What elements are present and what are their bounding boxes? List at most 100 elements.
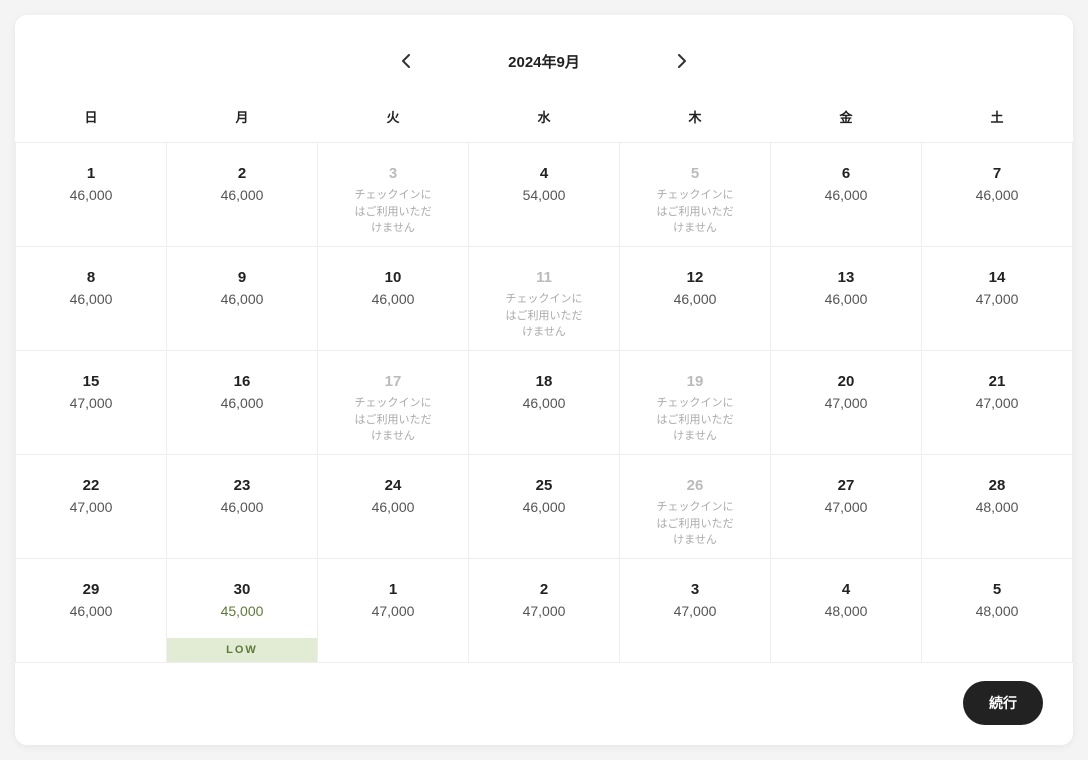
day-unavailable-text: チェックインに はご利用いただ けません (620, 499, 770, 549)
day-price: 46,000 (167, 395, 317, 411)
calendar-day-cell[interactable]: 746,000 (922, 143, 1073, 247)
calendar-day-cell[interactable]: 6 46,000 (771, 143, 922, 247)
day-number: 5 (922, 581, 1072, 599)
calendar-day-cell[interactable]: 1246,000 (620, 247, 771, 351)
calendar-day-cell[interactable]: 2247,000 (16, 455, 167, 559)
day-price: 47,000 (620, 603, 770, 619)
chevron-right-icon (677, 54, 687, 68)
day-price: 47,000 (771, 499, 921, 515)
weekday-header: 日 (16, 93, 167, 143)
month-title: 2024年9月 (508, 51, 580, 72)
day-number: 19 (620, 373, 770, 391)
weekday-header: 火 (318, 93, 469, 143)
calendar-day-cell[interactable]: 347,000 (620, 559, 771, 663)
day-number: 25 (469, 477, 619, 495)
day-number: 16 (167, 373, 317, 391)
day-price: 46,000 (167, 187, 317, 203)
calendar-day-cell[interactable]: 16 46,000 (167, 351, 318, 455)
day-price: 48,000 (922, 499, 1072, 515)
day-number: 5 (620, 165, 770, 183)
calendar-day-cell[interactable]: 2346,000 (167, 455, 318, 559)
day-number: 28 (922, 477, 1072, 495)
day-price: 45,000 (167, 603, 317, 619)
day-number: 3 (318, 165, 468, 183)
day-number: 14 (922, 269, 1072, 287)
day-price: 48,000 (771, 603, 921, 619)
calendar-day-cell: 26チェックインに はご利用いただ けません (620, 455, 771, 559)
calendar-day-cell[interactable]: 30 45,000 LOW (167, 559, 318, 663)
day-price: 47,000 (469, 603, 619, 619)
next-month-button[interactable] (670, 49, 694, 73)
calendar-day-cell[interactable]: 2446,000 (318, 455, 469, 559)
day-number: 20 (771, 373, 921, 391)
calendar-day-cell[interactable]: 10 46,000 (318, 247, 469, 351)
day-price: 46,000 (318, 291, 468, 307)
day-number: 17 (318, 373, 468, 391)
weekday-header: 金 (771, 93, 922, 143)
calendar-day-cell[interactable]: 146,000 (16, 143, 167, 247)
calendar-day-cell[interactable]: 2946,000 (16, 559, 167, 663)
calendar-day-cell: 19チェックインに はご利用いただ けません (620, 351, 771, 455)
calendar-day-cell[interactable]: 2 47,000 (469, 559, 620, 663)
day-number: 1 (16, 165, 166, 183)
day-number: 2 (469, 581, 619, 599)
day-unavailable-text: チェックインに はご利用いただ けません (318, 395, 468, 445)
day-number: 4 (469, 165, 619, 183)
calendar-day-cell[interactable]: 2 46,000 (167, 143, 318, 247)
day-unavailable-text: チェックインに はご利用いただ けません (620, 187, 770, 237)
day-number: 1 (318, 581, 468, 599)
weekday-row: 日月火水木金土 (16, 93, 1073, 143)
calendar-week-row: 1547,00016 46,00017 チェックインに はご利用いただ けません18… (16, 351, 1073, 455)
day-number: 2 (167, 165, 317, 183)
weekday-header: 木 (620, 93, 771, 143)
day-number: 21 (922, 373, 1072, 391)
calendar-day-cell[interactable]: 4 54,000 (469, 143, 620, 247)
day-number: 27 (771, 477, 921, 495)
calendar-day-cell[interactable]: 2047,000 (771, 351, 922, 455)
chevron-left-icon (401, 54, 411, 68)
continue-button[interactable]: 続行 (963, 681, 1043, 725)
weekday-header: 土 (922, 93, 1073, 143)
calendar-week-row: 2247,0002346,0002446,0002546,00026チェックイン… (16, 455, 1073, 559)
calendar-day-cell[interactable]: 21 47,000 (922, 351, 1073, 455)
calendar-day-cell[interactable]: 448,000 (771, 559, 922, 663)
calendar-day-cell[interactable]: 28 48,000 (922, 455, 1073, 559)
calendar-day-cell[interactable]: 946,000 (167, 247, 318, 351)
calendar-day-cell[interactable]: 27 47,000 (771, 455, 922, 559)
day-unavailable-text: チェックインに はご利用いただ けません (318, 187, 468, 237)
calendar-day-cell: 17 チェックインに はご利用いただ けません (318, 351, 469, 455)
weekday-header: 水 (469, 93, 620, 143)
calendar-grid: 日月火水木金土 146,000246,0003チェックインに はご利用いただ け… (15, 93, 1073, 663)
calendar-header: 2024年9月 (15, 15, 1073, 93)
calendar-day-cell[interactable]: 1447,000 (922, 247, 1073, 351)
calendar-day-cell[interactable]: 5 48,000 (922, 559, 1073, 663)
calendar-day-cell[interactable]: 2546,000 (469, 455, 620, 559)
day-number: 30 (167, 581, 317, 599)
day-number: 9 (167, 269, 317, 287)
day-price: 46,000 (16, 291, 166, 307)
calendar-day-cell[interactable]: 1846,000 (469, 351, 620, 455)
day-number: 12 (620, 269, 770, 287)
day-price: 46,000 (771, 187, 921, 203)
low-badge: LOW (167, 638, 317, 662)
day-unavailable-text: チェックインに はご利用いただ けません (469, 291, 619, 341)
calendar-card: 2024年9月 日月火水木金土 146,000246,0003チェックインに は… (15, 15, 1073, 745)
day-number: 18 (469, 373, 619, 391)
calendar-week-row: 846,000946,0001046,00011チェックインに はご利用いただ … (16, 247, 1073, 351)
calendar-day-cell[interactable]: 147,000 (318, 559, 469, 663)
day-number: 23 (167, 477, 317, 495)
weekday-header: 月 (167, 93, 318, 143)
calendar-day-cell[interactable]: 1346,000 (771, 247, 922, 351)
day-price: 46,000 (771, 291, 921, 307)
calendar-day-cell[interactable]: 1547,000 (16, 351, 167, 455)
day-price: 54,000 (469, 187, 619, 203)
day-number: 24 (318, 477, 468, 495)
day-price: 48,000 (922, 603, 1072, 619)
day-price: 47,000 (922, 395, 1072, 411)
prev-month-button[interactable] (394, 49, 418, 73)
day-number: 11 (469, 269, 619, 287)
day-number: 6 (771, 165, 921, 183)
calendar-day-cell[interactable]: 846,000 (16, 247, 167, 351)
day-number: 10 (318, 269, 468, 287)
calendar-week-row: 2946,0003045,000LOW147,000247,000347,000… (16, 559, 1073, 663)
